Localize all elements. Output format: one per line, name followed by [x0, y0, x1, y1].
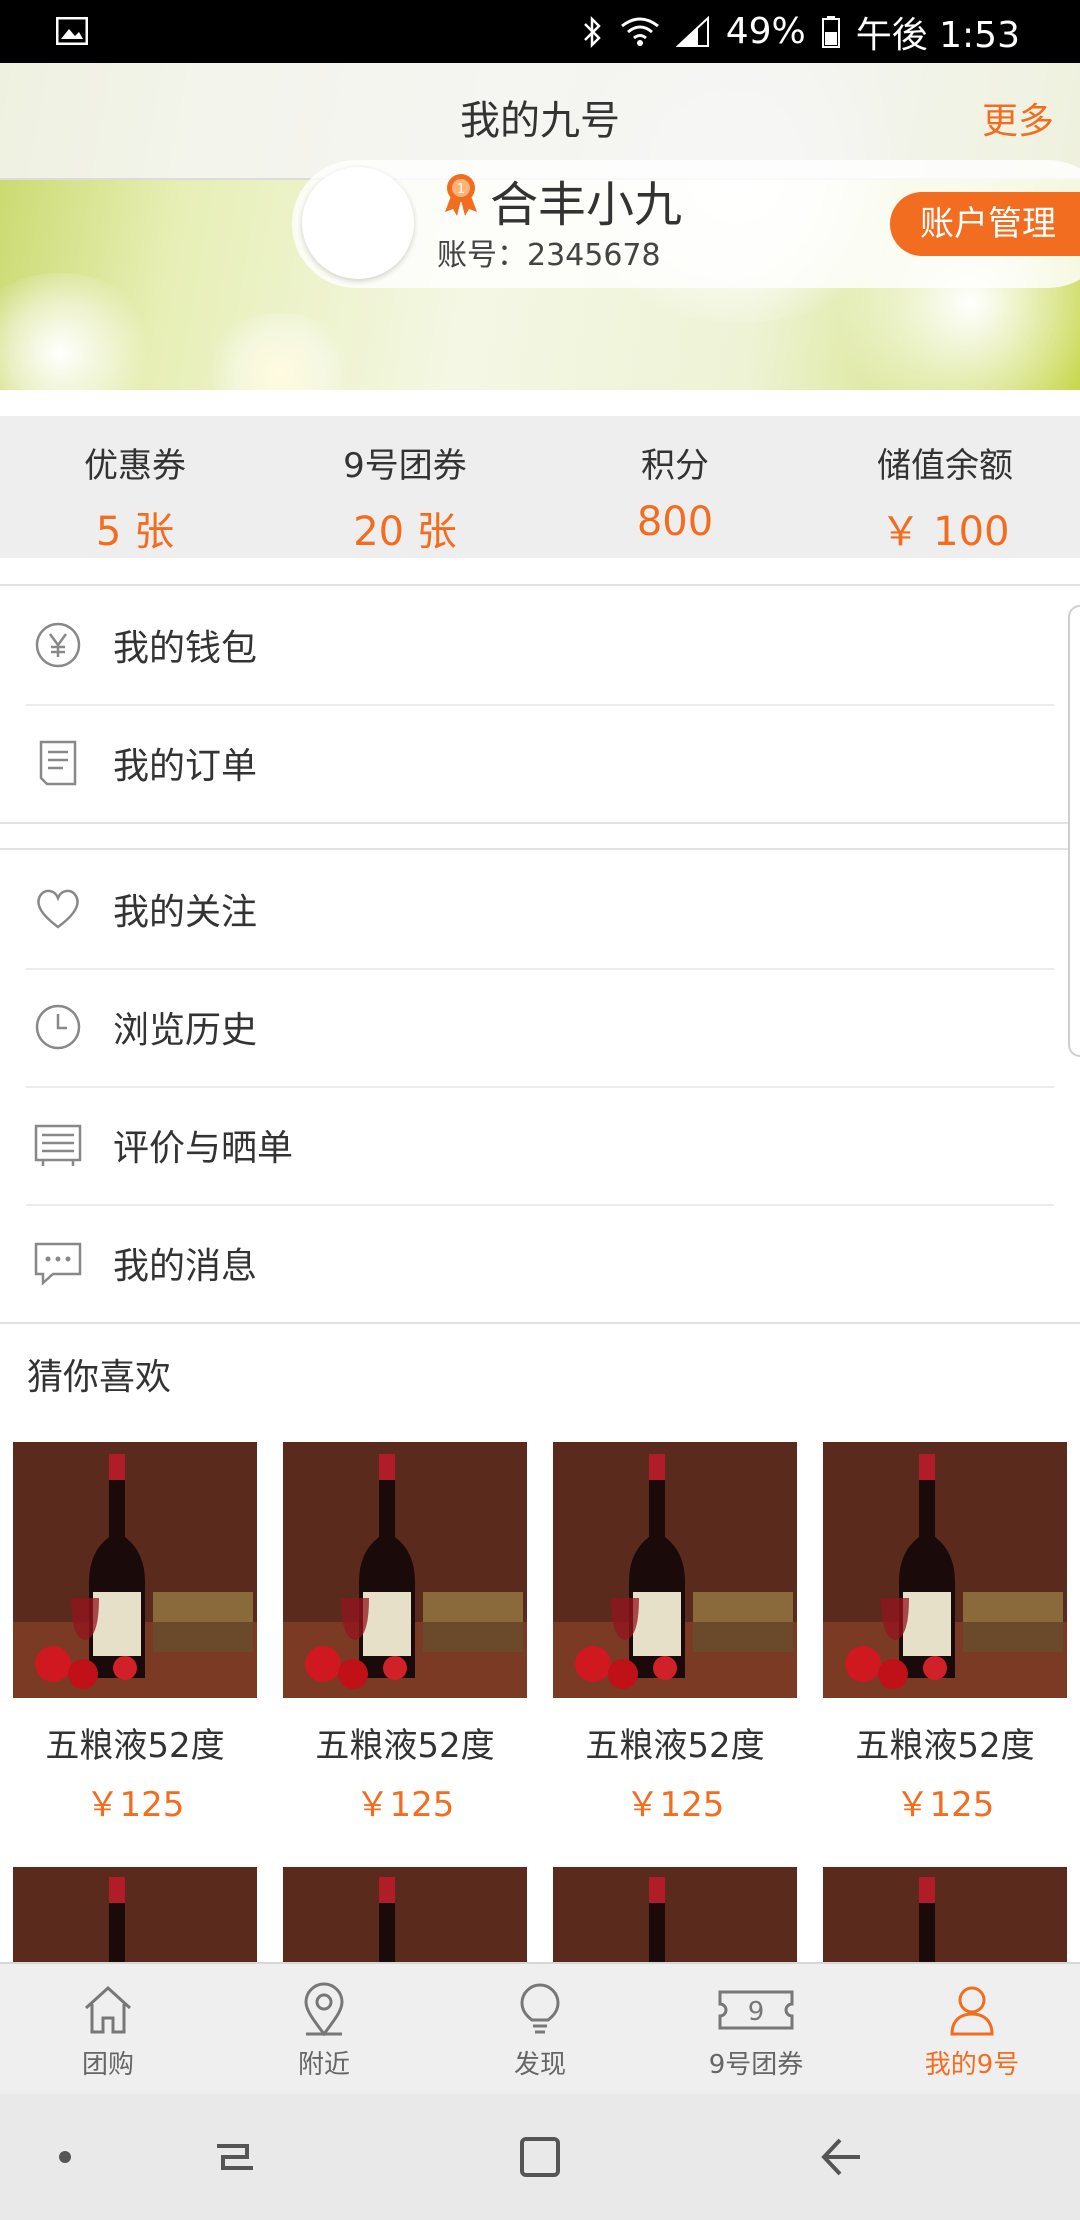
tab-discover[interactable]: 发现 — [432, 1964, 648, 2094]
username: 合丰小九 — [490, 177, 683, 233]
avatar[interactable] — [302, 167, 414, 279]
stat-value: 20 张 — [353, 509, 457, 555]
svg-text:9: 9 — [748, 1997, 765, 2027]
recommend-title: 猜你喜欢 — [27, 1357, 172, 1398]
bottom-tab-bar: 团购 附近 发现 9 9号团券 我的9号 — [0, 1962, 1080, 2094]
product-image — [553, 1442, 797, 1698]
product-name: 五粮液52度 — [315, 1726, 495, 1766]
product-card[interactable]: 五粮液52度 ￥125 — [553, 1442, 797, 1826]
product-name: 五粮液52度 — [585, 1726, 765, 1766]
tab-label: 9号团券 — [708, 2050, 804, 2080]
product-name: 五粮液52度 — [855, 1726, 1035, 1766]
menu-label: 我的消息 — [113, 1246, 258, 1287]
bluetooth-icon — [583, 15, 601, 48]
home-icon — [84, 1985, 132, 2034]
tab-label: 我的9号 — [924, 2050, 1020, 2080]
clock-time: 午後 1:53 — [855, 14, 1020, 56]
status-bar: 49% 午後 1:53 — [0, 0, 1080, 63]
menu-label: 评价与晒单 — [113, 1128, 294, 1169]
medal-icon: 1 — [445, 174, 477, 216]
stat-label: 9号团券 — [343, 446, 467, 486]
product-image-partial[interactable] — [823, 1867, 1067, 1962]
menu-label: 我的订单 — [113, 746, 258, 787]
product-card[interactable]: 五粮液52度 ￥125 — [823, 1442, 1067, 1826]
ticket-icon: 9 — [718, 1990, 794, 2030]
dot-icon[interactable] — [50, 2094, 80, 2220]
gallery-icon — [56, 17, 88, 45]
clock-icon — [35, 1004, 81, 1050]
stat-label: 积分 — [641, 446, 709, 486]
product-price: ￥125 — [625, 1785, 725, 1825]
menu-item-wallet[interactable]: 我的钱包 — [0, 586, 1080, 704]
back-icon[interactable] — [810, 2094, 870, 2220]
stat-value: 800 — [636, 499, 714, 545]
menu-item-orders[interactable]: 我的订单 — [0, 704, 1080, 822]
stat-value: 5 张 — [95, 509, 175, 555]
signal-icon — [675, 15, 709, 47]
tab-nearby[interactable]: 附近 — [216, 1964, 432, 2094]
menu-group-wallet: 我的钱包 我的订单 — [0, 584, 1080, 824]
lightbulb-icon — [520, 1983, 560, 2034]
stat-balance[interactable]: 储值余额 ￥ 100 — [810, 416, 1080, 558]
product-price: ￥125 — [85, 1785, 185, 1825]
stat-points[interactable]: 积分 800 — [540, 416, 810, 558]
account-manage-button[interactable]: 账户管理 — [890, 192, 1080, 256]
tab-label: 团购 — [81, 2050, 134, 2080]
stat-label: 储值余额 — [877, 446, 1013, 486]
product-price: ￥125 — [895, 1785, 995, 1825]
product-name: 五粮液52度 — [45, 1726, 225, 1766]
stat-group-coupons[interactable]: 9号团券 20 张 — [270, 416, 540, 558]
menu-group-activity: 我的关注 浏览历史 评价与晒单 我的消息 — [0, 848, 1080, 1324]
menu-label: 我的关注 — [113, 892, 258, 933]
product-price: ￥125 — [355, 1785, 455, 1825]
message-icon — [34, 1242, 82, 1286]
menu-label: 浏览历史 — [113, 1010, 258, 1051]
battery-icon — [821, 15, 840, 48]
tab-group-buy[interactable]: 团购 — [0, 1964, 216, 2094]
system-nav-bar — [0, 2094, 1080, 2220]
product-image-partial[interactable] — [13, 1867, 257, 1962]
battery-percent: 49% — [725, 11, 806, 52]
tab-group-coupons[interactable]: 9 9号团券 — [648, 1964, 864, 2094]
product-image-partial[interactable] — [553, 1867, 797, 1962]
wifi-icon — [620, 17, 659, 46]
menu-item-reviews[interactable]: 评价与晒单 — [0, 1086, 1080, 1204]
yen-circle-icon — [35, 622, 81, 668]
stats-bar: 优惠券 5 张 9号团券 20 张 积分 800 储值余额 ￥ 100 — [0, 416, 1080, 558]
menu-item-history[interactable]: 浏览历史 — [0, 968, 1080, 1086]
menu-item-follows[interactable]: 我的关注 — [0, 850, 1080, 968]
tab-label: 附近 — [297, 2050, 350, 2080]
product-card[interactable]: 五粮液52度 ￥125 — [283, 1442, 527, 1826]
order-list-icon — [39, 740, 77, 786]
menu-label: 我的钱包 — [113, 628, 258, 669]
product-image — [823, 1442, 1067, 1698]
tab-label: 发现 — [513, 2050, 566, 2080]
menu-item-messages[interactable]: 我的消息 — [0, 1204, 1080, 1322]
stat-coupons[interactable]: 优惠券 5 张 — [0, 416, 270, 558]
product-card[interactable]: 五粮液52度 ￥125 — [13, 1442, 257, 1826]
stat-value: ￥ 100 — [880, 509, 1010, 555]
heart-icon — [37, 889, 79, 929]
account-number: 账号：2345678 — [437, 238, 661, 273]
user-icon — [950, 1986, 994, 2036]
stat-label: 优惠券 — [84, 446, 186, 486]
location-pin-icon — [304, 1982, 344, 2037]
product-image — [283, 1442, 527, 1698]
product-image — [13, 1442, 257, 1698]
home-button-icon[interactable] — [510, 2094, 570, 2220]
side-drawer-handle[interactable] — [1068, 605, 1080, 1057]
review-icon — [34, 1124, 82, 1166]
svg-text:1: 1 — [457, 182, 465, 197]
tab-my-nine[interactable]: 我的9号 — [864, 1964, 1080, 2094]
product-image-partial[interactable] — [283, 1867, 527, 1962]
recent-apps-icon[interactable] — [205, 2094, 265, 2220]
